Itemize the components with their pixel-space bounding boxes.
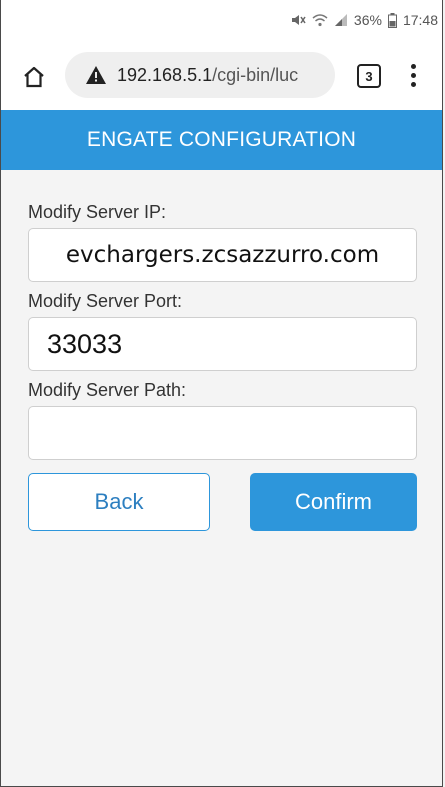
home-button[interactable] xyxy=(19,62,49,92)
server-port-field[interactable]: 33033 xyxy=(28,317,417,371)
server-path-field[interactable] xyxy=(28,406,417,460)
server-ip-value: evchargers.zcsazzurro.com xyxy=(65,242,380,268)
mute-icon xyxy=(290,13,306,27)
url-path: /cgi-bin/luc xyxy=(212,64,299,85)
browser-menu-button[interactable] xyxy=(405,58,421,92)
url-host: 192.168.5.1 xyxy=(117,64,213,85)
status-bar: 36% 17:48 xyxy=(1,0,442,40)
address-bar[interactable]: 192.168.5.1/cgi-bin/luc xyxy=(65,52,335,98)
clock: 17:48 xyxy=(402,12,438,28)
confirm-button[interactable]: Confirm xyxy=(250,473,417,531)
wifi-icon xyxy=(312,13,328,27)
server-port-label: Modify Server Port: xyxy=(28,291,183,311)
page-title: ENGATE CONFIGURATION xyxy=(1,110,442,170)
home-icon xyxy=(24,66,44,88)
server-port-value: 33033 xyxy=(47,328,123,359)
battery-percent: 36% xyxy=(353,12,382,28)
warning-icon[interactable] xyxy=(85,65,107,85)
back-button[interactable]: Back xyxy=(28,473,210,531)
phone-screen: 36% 17:48 192.168.5.1 /cgi-bin/luc 3 ENG… xyxy=(0,0,443,787)
server-ip-field[interactable]: evchargers.zcsazzurro.com xyxy=(28,228,417,282)
signal-icon xyxy=(334,13,348,27)
more-vert-icon xyxy=(410,63,416,69)
server-path-label: Modify Server Path: xyxy=(28,380,187,400)
server-ip-label: Modify Server IP: xyxy=(28,202,167,222)
tab-switcher-button[interactable]: 3 xyxy=(357,64,381,88)
browser-toolbar: 192.168.5.1/cgi-bin/luc 3 xyxy=(1,40,442,110)
battery-icon xyxy=(387,12,397,28)
